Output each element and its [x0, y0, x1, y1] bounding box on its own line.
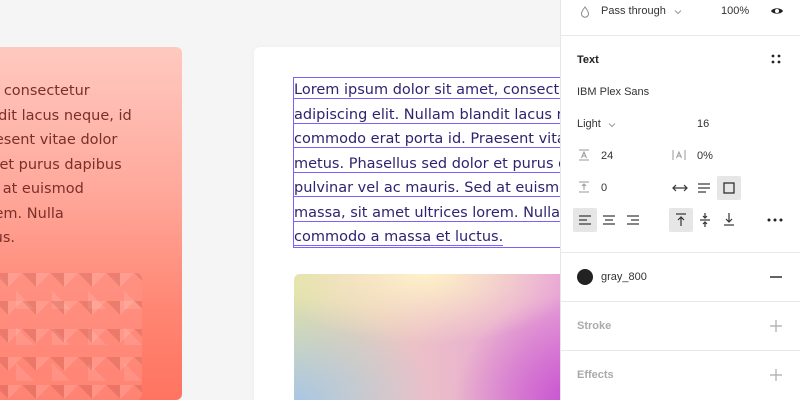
line-height-icon	[577, 148, 591, 162]
blend-mode-dropdown[interactable]: Pass through	[601, 5, 666, 17]
text-line: metus. Phasellus sed dolor et purus d	[294, 152, 560, 177]
add-stroke-icon[interactable]	[769, 319, 783, 333]
divider	[561, 350, 800, 351]
text-line-content: massa, sit amet ultrices lorem. Nulla	[294, 204, 560, 222]
effects-section-title: Effects	[577, 369, 614, 381]
text-line-content: commodo erat porta id. Praesent vitae	[294, 131, 560, 148]
letter-spacing-icon	[671, 148, 687, 162]
text-line-content: commodo a massa et luctus.	[294, 229, 504, 246]
line-height-input[interactable]: 24	[601, 150, 613, 162]
align-left-button[interactable]	[573, 208, 597, 232]
fill-style-name[interactable]: gray_800	[601, 271, 647, 283]
letter-spacing-input[interactable]: 0%	[697, 150, 713, 162]
font-family-dropdown[interactable]: IBM Plex Sans	[577, 86, 649, 98]
remove-fill-icon[interactable]	[769, 271, 783, 283]
align-left-icon	[578, 215, 592, 225]
red-gradient-card[interactable]: et, consectetur andit lacus neque, id ra…	[0, 47, 182, 400]
properties-panel: Pass through 100% Text IBM Plex Sans Lig…	[560, 0, 800, 400]
align-top-button[interactable]	[669, 208, 693, 232]
design-canvas[interactable]: et, consectetur andit lacus neque, id ra…	[0, 0, 560, 400]
divider	[561, 252, 800, 253]
auto-width-icon[interactable]	[671, 181, 689, 195]
left-card-image[interactable]	[0, 273, 142, 400]
text-line-content: pulvinar vel ac mauris. Sed at euismod	[294, 180, 560, 197]
fill-color-swatch[interactable]	[577, 269, 593, 285]
divider	[561, 35, 800, 36]
text-line-content: metus. Phasellus sed dolor et purus d	[294, 155, 560, 173]
blend-drop-icon	[579, 5, 591, 19]
add-effect-icon[interactable]	[769, 368, 783, 382]
layer-opacity[interactable]: 100%	[721, 5, 749, 17]
eye-icon[interactable]	[769, 4, 785, 18]
divider	[561, 301, 800, 302]
fixed-size-button[interactable]	[717, 176, 741, 200]
selected-text-layer[interactable]: Lorem ipsum dolor sit amet, consecte adi…	[294, 78, 560, 248]
font-weight-dropdown[interactable]: Light	[577, 118, 601, 130]
align-center-icon[interactable]	[602, 215, 616, 225]
paragraph-spacing-input[interactable]: 0	[601, 182, 607, 194]
left-card-text[interactable]: et, consectetur andit lacus neque, id ra…	[0, 79, 150, 251]
align-bottom-icon[interactable]	[723, 212, 735, 226]
stroke-section-title: Stroke	[577, 320, 612, 332]
text-line: commodo a massa et luctus.	[294, 225, 560, 248]
text-line: Lorem ipsum dolor sit amet, consecte	[294, 78, 560, 103]
layer-section: Pass through 100%	[561, 0, 800, 24]
paragraph-spacing-icon	[577, 180, 591, 194]
text-line-content: Lorem ipsum dolor sit amet, consecte	[294, 82, 560, 99]
text-line: massa, sit amet ultrices lorem. Nulla	[294, 201, 560, 226]
auto-height-icon[interactable]	[695, 181, 713, 195]
gradient-image[interactable]	[294, 274, 560, 400]
chevron-down-icon[interactable]	[673, 7, 683, 17]
align-right-icon[interactable]	[626, 215, 640, 225]
align-middle-icon[interactable]	[699, 212, 711, 228]
more-options-icon[interactable]	[766, 216, 784, 224]
text-line: commodo erat porta id. Praesent vitae	[294, 127, 560, 152]
text-section-title: Text	[577, 54, 599, 66]
text-styles-grid-icon[interactable]	[769, 52, 783, 66]
fixed-size-icon	[723, 182, 735, 194]
chevron-down-icon[interactable]	[607, 120, 617, 130]
text-line: adipiscing elit. Nullam blandit lacus ne	[294, 103, 560, 128]
text-line-content: adipiscing elit. Nullam blandit lacus ne	[294, 106, 560, 124]
text-line: pulvinar vel ac mauris. Sed at euismod	[294, 176, 560, 201]
align-top-icon	[675, 213, 687, 227]
font-size-input[interactable]: 16	[697, 118, 709, 130]
